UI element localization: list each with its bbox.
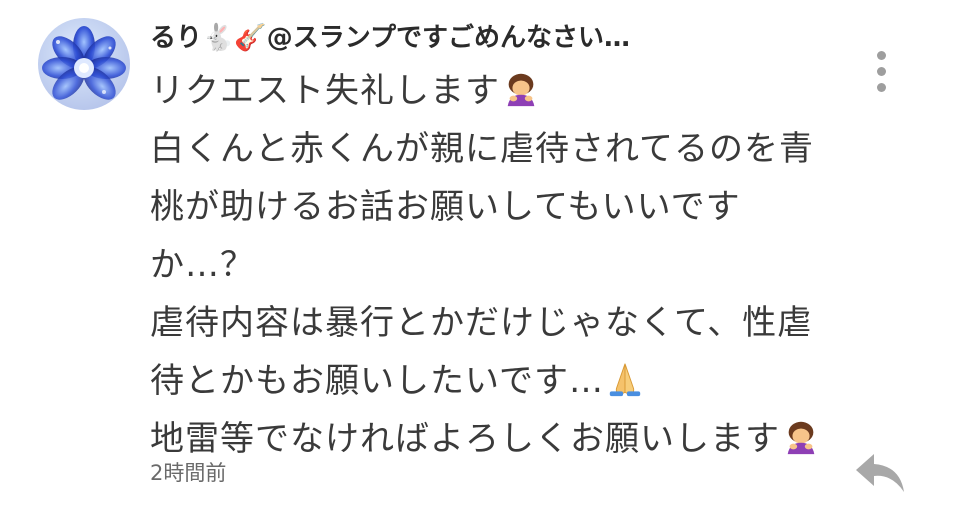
comment-line: リクエスト失礼します xyxy=(150,62,840,120)
comment-line-text: 地雷等でなければよろしくお願いします xyxy=(150,419,780,459)
comment-line: か…？ xyxy=(150,245,255,285)
comment-line: 待とかもお願いしたいです… xyxy=(150,352,840,410)
menu-dot-icon xyxy=(876,82,886,92)
comment-timestamp: 2時間前 xyxy=(150,461,227,485)
menu-dot-icon xyxy=(876,66,886,76)
bowing-woman-emoji-icon xyxy=(787,421,815,454)
user-avatar[interactable] xyxy=(38,18,130,110)
comment-line: 虐待内容は暴行とかだけじゃなくて、性虐 xyxy=(150,303,813,343)
folded-hands-emoji-icon xyxy=(609,363,641,396)
bowing-woman-emoji-icon xyxy=(507,73,535,106)
comment-line: 桃が助けるお話お願いしてもいいです xyxy=(150,187,741,227)
comment-line-text: 待とかもお願いしたいです… xyxy=(150,361,604,401)
comment-card: るり🐇🎸@スランプですごめんなさい… リクエスト失礼します 白くんと赤くんが親に… xyxy=(0,0,960,518)
reply-button[interactable] xyxy=(852,448,908,498)
comment-body: リクエスト失礼します 白くんと赤くんが親に虐待されてるのを青 桃が助けるお話お願… xyxy=(150,62,840,468)
comment-line: 地雷等でなければよろしくお願いします xyxy=(150,410,840,468)
comment-line: 白くんと赤くんが親に虐待されてるのを青 xyxy=(150,129,814,169)
more-options-button[interactable] xyxy=(864,44,898,98)
menu-dot-icon xyxy=(876,50,886,60)
reply-arrow-icon xyxy=(856,454,904,492)
avatar-crystal-flower-icon xyxy=(42,26,126,100)
comment-line-text: リクエスト失礼します xyxy=(150,71,500,111)
comment-username[interactable]: るり🐇🎸@スランプですごめんなさい… xyxy=(150,18,630,58)
